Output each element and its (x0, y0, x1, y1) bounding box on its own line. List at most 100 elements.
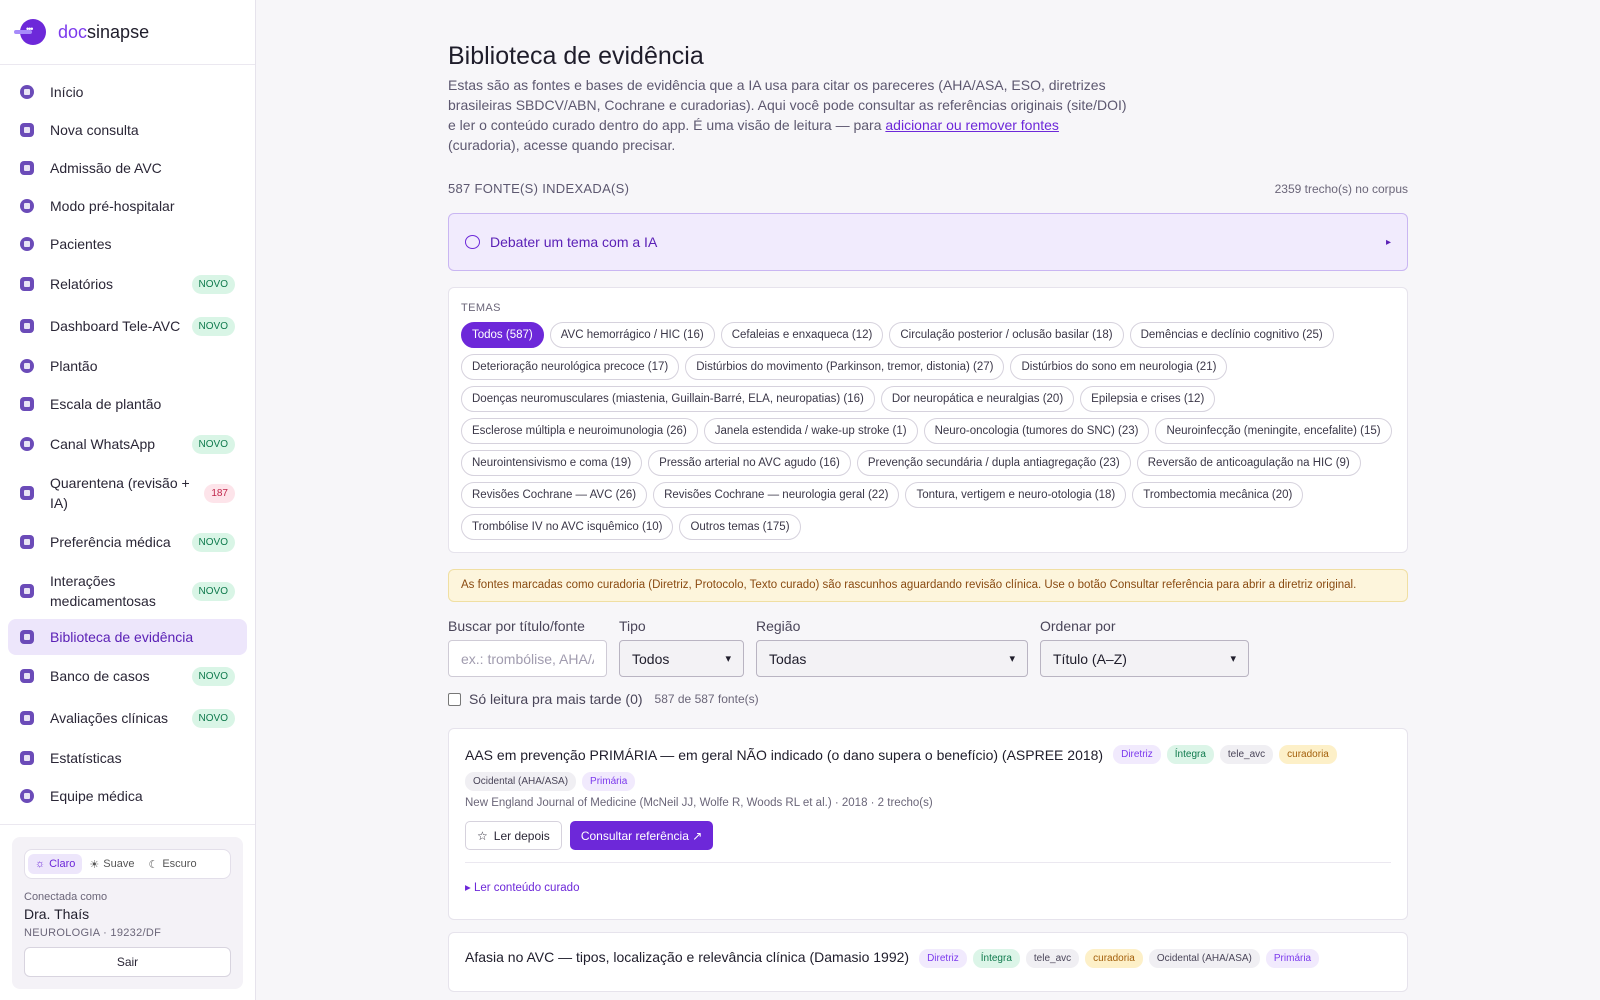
theme-chip[interactable]: Neuro-oncologia (tumores do SNC) (23) (923, 418, 1150, 444)
page-title: Biblioteca de evidência (448, 42, 704, 70)
read-later-filter: Só leitura pra mais tarde (0) 587 de 587… (448, 691, 1408, 707)
sidebar-footer: ☼ Claro ☀ Suave ☾ Escuro Conectada como Dra… (0, 824, 255, 1000)
sidebar-item-label: Biblioteca de evidência (50, 629, 194, 645)
plus-icon (20, 123, 34, 137)
theme-chip[interactable]: Demências e declínio cognitivo (25) (1129, 322, 1334, 348)
theme-chip[interactable]: Dor neuropática e neuralgias (20) (880, 386, 1075, 412)
sidebar-item-inicio[interactable]: Início (8, 73, 247, 111)
search-label: Buscar por título/fonte (448, 618, 585, 634)
theme-chip[interactable]: Outros temas (175) (679, 514, 801, 540)
whatsapp-icon (20, 437, 34, 451)
type-select[interactable]: Todos ▾ (619, 640, 744, 677)
source-card: Afasia no AVC — tipos, localização e rel… (448, 932, 1408, 992)
theme-chip[interactable]: Prevenção secundária / dupla antiagregaç… (856, 450, 1131, 476)
pill-icon (20, 584, 34, 598)
theme-chip[interactable]: Neuroinfecção (meningite, encefalite) (1… (1155, 418, 1392, 444)
sidebar-item-estatisticas[interactable]: Estatísticas (8, 739, 247, 777)
theme-chip[interactable]: Deterioração neurológica precoce (17) (461, 354, 680, 380)
sidebar-item-interacoes[interactable]: Interações medicamentosas NOVO (8, 563, 247, 619)
theme-light-option[interactable]: ☼ Claro (28, 854, 83, 874)
graduation-icon (20, 669, 34, 683)
theme-chip[interactable]: Circulação posterior / oclusão basilar (… (889, 322, 1124, 348)
theme-chip[interactable]: Trombectomia mecânica (20) (1132, 482, 1304, 508)
tag-badge: Diretriz (919, 949, 967, 968)
region-select[interactable]: Todas ▾ (756, 640, 1028, 677)
brand[interactable]: docsinapse (0, 0, 255, 65)
sidebar-item-label: Admissão de AVC (50, 160, 162, 176)
search-input[interactable] (448, 640, 607, 677)
theme-chip[interactable]: Pressão arterial no AVC agudo (16) (648, 450, 851, 476)
corpus-count: 2359 trecho(s) no corpus (1274, 181, 1408, 196)
sidebar-item-biblioteca[interactable]: Biblioteca de evidência (8, 619, 247, 655)
new-badge: NOVO (191, 666, 235, 686)
theme-chip[interactable]: Todos (587) (461, 322, 544, 348)
card-actions: ☆ Ler depois Consultar referência ↗ (465, 821, 1391, 850)
sidebar-item-whatsapp[interactable]: Canal WhatsApp NOVO (8, 423, 247, 465)
sidebar-item-dashboard-tele-avc[interactable]: Dashboard Tele-AVC NOVO (8, 305, 247, 347)
order-label: Ordenar por (1040, 618, 1116, 634)
theme-chip[interactable]: Cefaleias e enxaqueca (12) (720, 322, 884, 348)
sidebar-item-relatorios[interactable]: Relatórios NOVO (8, 263, 247, 305)
indexed-count: 587 FONTE(S) INDEXADA(S) (448, 181, 630, 196)
region-filter: Região Todas ▾ (756, 618, 1028, 677)
read-later-label[interactable]: Só leitura pra mais tarde (0) (469, 691, 643, 707)
tag-badge: curadoria (1279, 745, 1337, 764)
sidebar-item-avaliacoes[interactable]: Avaliações clínicas NOVO (8, 697, 247, 739)
chart-icon (20, 319, 34, 333)
shield-icon (20, 359, 34, 373)
sun-icon: ☼ (35, 858, 46, 870)
read-later-button[interactable]: ☆ Ler depois (465, 821, 562, 850)
sidebar-item-pre-hospitalar[interactable]: Modo pré-hospitalar (8, 187, 247, 225)
sidebar-item-preferencia[interactable]: Preferência médica NOVO (8, 521, 247, 563)
manage-sources-link[interactable]: adicionar ou remover fontes (885, 117, 1059, 133)
tag-badge: Ocidental (AHA/ASA) (465, 772, 577, 791)
region-label: Região (756, 618, 801, 634)
theme-chip[interactable]: Epilepsia e crises (12) (1080, 386, 1216, 412)
count-row: 587 FONTE(S) INDEXADA(S) 2359 trecho(s) … (448, 181, 1408, 196)
sidebar-item-banco-casos[interactable]: Banco de casos NOVO (8, 655, 247, 697)
consult-reference-button[interactable]: Consultar referência ↗ (569, 821, 714, 850)
sidebar-item-escala[interactable]: Escala de plantão (8, 385, 247, 423)
order-select[interactable]: Título (A–Z) ▾ (1040, 640, 1249, 677)
tag-badge: curadoria (1085, 949, 1143, 968)
tag-badge: tele_avc (1025, 949, 1080, 968)
logout-button[interactable]: Sair (24, 947, 231, 977)
read-later-checkbox[interactable] (448, 692, 461, 706)
debate-topic-toggle[interactable]: Debater um tema com a IA ▸ (448, 213, 1408, 271)
new-badge: NOVO (191, 581, 235, 601)
theme-soft-option[interactable]: ☀ Suave (82, 854, 141, 875)
brand-name: docsinapse (58, 21, 150, 42)
theme-chip[interactable]: Janela estendida / wake-up stroke (1) (703, 418, 918, 444)
theme-chip[interactable]: Neurointensivismo e coma (19) (461, 450, 643, 476)
theme-chip[interactable]: Doenças neuromusculares (miastenia, Guil… (461, 386, 875, 412)
theme-dark-option[interactable]: ☾ Escuro (141, 854, 203, 875)
sidebar-item-nova-consulta[interactable]: Nova consulta (8, 111, 247, 149)
main-content: Biblioteca de evidência Estas são as fon… (448, 0, 1408, 992)
theme-chip[interactable]: Distúrbios do sono em neurologia (21) (1010, 354, 1228, 380)
theme-chip[interactable]: Esclerose múltipla e neuroimunologia (26… (461, 418, 698, 444)
sidebar-item-label: Estatísticas (50, 750, 122, 766)
sidebar-item-plantao[interactable]: Plantão (8, 347, 247, 385)
debate-label: Debater um tema com a IA (490, 234, 658, 250)
theme-chip[interactable]: Distúrbios do movimento (Parkinson, trem… (685, 354, 1005, 380)
curation-notice: As fontes marcadas como curadoria (Diret… (448, 569, 1408, 602)
theme-chip[interactable]: Revisões Cochrane — neurologia geral (22… (653, 482, 900, 508)
theme-chip[interactable]: Trombólise IV no AVC isquêmico (10) (461, 514, 674, 540)
sidebar-item-label: Escala de plantão (50, 396, 162, 412)
read-curated-toggle[interactable]: ▸ Ler conteúdo curado (465, 863, 1391, 894)
sidebar-item-quarentena[interactable]: Quarentena (revisão + IA) 187 (8, 465, 247, 521)
card-title: AAS em prevenção PRIMÁRIA — em geral NÃO… (465, 746, 1104, 763)
filters-row: Buscar por título/fonte Tipo Todos▾ Regi… (448, 618, 1408, 677)
page-intro: Estas são as fontes e bases de evidência… (448, 77, 1127, 153)
tag-badge: Diretriz (1113, 745, 1161, 764)
theme-chip[interactable]: AVC hemorrágico / HIC (16) (549, 322, 715, 348)
theme-chip[interactable]: Revisões Cochrane — AVC (26) (461, 482, 648, 508)
sidebar-item-equipe[interactable]: Equipe médica (8, 777, 247, 815)
source-card: AAS em prevenção PRIMÁRIA — em geral NÃO… (448, 728, 1408, 920)
sidebar-item-pacientes[interactable]: Pacientes (8, 225, 247, 263)
theme-chip[interactable]: Reversão de anticoagulação na HIC (9) (1136, 450, 1361, 476)
theme-chip[interactable]: Tontura, vertigem e neuro-otologia (18) (905, 482, 1127, 508)
chat-bubble-icon (465, 235, 480, 249)
sidebar-item-admissao-avc[interactable]: Admissão de AVC (8, 149, 247, 187)
tag-badge: Íntegra (1166, 745, 1214, 764)
